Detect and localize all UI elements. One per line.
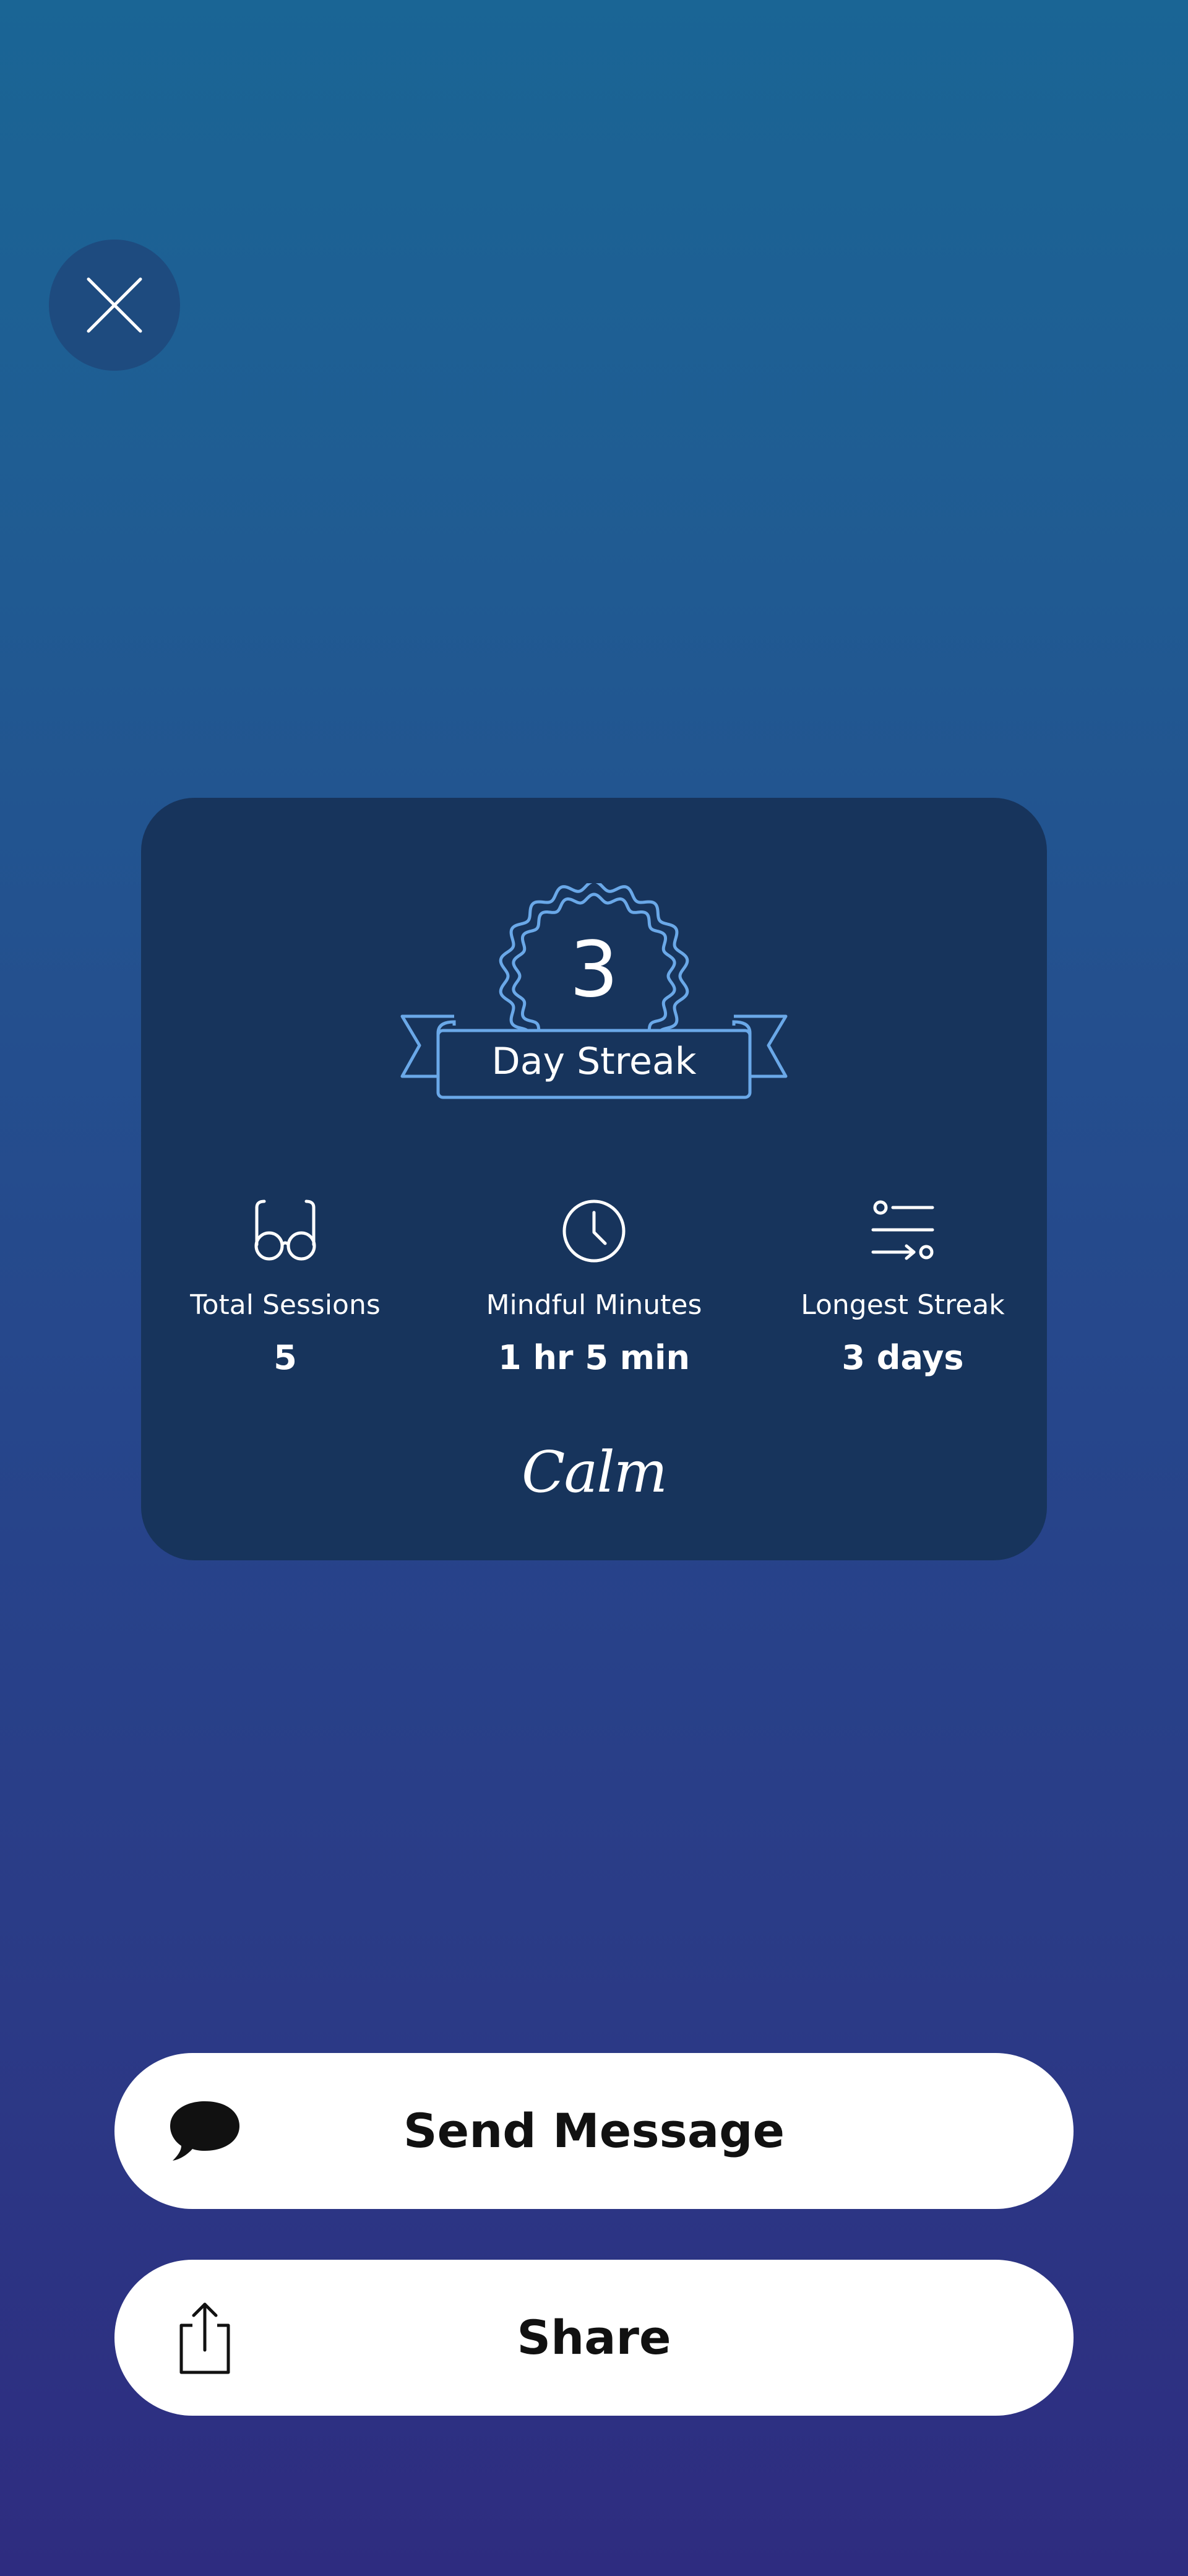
streak-label: Day Streak bbox=[491, 1040, 697, 1083]
send-message-button[interactable]: Send Message bbox=[114, 2053, 1074, 2209]
close-icon bbox=[87, 277, 142, 333]
stat-mindful-minutes: Mindful Minutes 1 hr 5 min bbox=[452, 1194, 736, 1380]
stat-longest-streak: Longest Streak 3 days bbox=[760, 1194, 1045, 1380]
streak-badge: 3 Day Streak bbox=[397, 883, 791, 1107]
streak-card: 3 Day Streak Total Sessions 5 Mindful Mi… bbox=[141, 798, 1047, 1560]
sliders-icon bbox=[871, 1200, 934, 1260]
clock-icon bbox=[562, 1199, 626, 1263]
share-button[interactable]: Share bbox=[114, 2260, 1074, 2416]
share-label: Share bbox=[517, 2310, 671, 2365]
stat-label: Total Sessions bbox=[190, 1289, 381, 1321]
streak-number: 3 bbox=[569, 925, 619, 1014]
stats-row: Total Sessions 5 Mindful Minutes 1 hr 5 … bbox=[141, 1194, 1047, 1380]
calm-logo: Calm bbox=[522, 1439, 668, 1505]
glasses-icon bbox=[254, 1199, 316, 1261]
stat-value: 3 days bbox=[842, 1338, 964, 1377]
stat-label: Longest Streak bbox=[801, 1289, 1005, 1321]
stat-value: 5 bbox=[273, 1338, 297, 1377]
close-button[interactable] bbox=[49, 240, 180, 371]
stat-label: Mindful Minutes bbox=[486, 1289, 702, 1321]
stat-total-sessions: Total Sessions 5 bbox=[143, 1194, 428, 1380]
stat-value: 1 hr 5 min bbox=[498, 1338, 690, 1377]
send-message-label: Send Message bbox=[403, 2103, 785, 2158]
